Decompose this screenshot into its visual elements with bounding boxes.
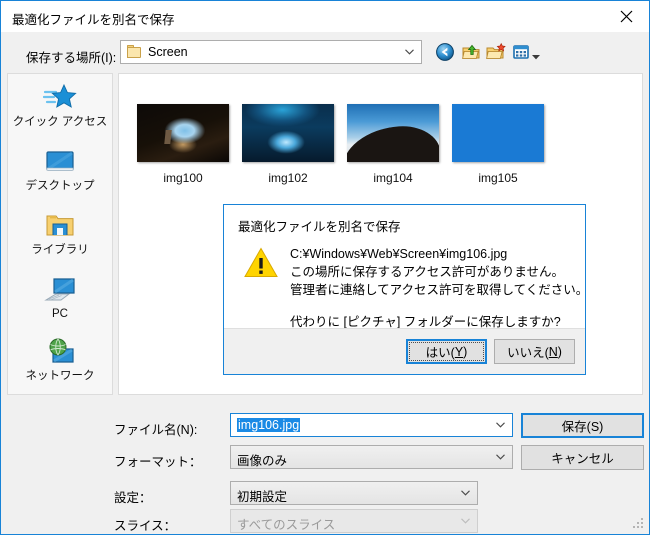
file-thumbnail	[242, 104, 334, 162]
close-button[interactable]	[604, 1, 649, 32]
file-label: img104	[373, 171, 413, 185]
chevron-down-icon	[532, 55, 540, 60]
no-button-text: いいえ(	[507, 346, 549, 360]
dialog-path: C:¥Windows¥Web¥Screen¥img106.jpg	[290, 247, 508, 261]
new-folder-button[interactable]	[486, 42, 506, 62]
place-label: デスクトップ	[25, 180, 95, 192]
quick-access-star-icon	[8, 80, 112, 116]
file-item[interactable]: img105	[446, 104, 550, 185]
chevron-down-icon	[496, 454, 505, 460]
chevron-down-icon	[461, 518, 470, 524]
filename-value: img106.jpg	[237, 418, 301, 432]
save-in-label: 保存する場所(I):	[26, 51, 117, 65]
location-value: Screen	[148, 45, 188, 59]
resize-grip[interactable]	[633, 518, 645, 530]
back-icon	[436, 43, 454, 61]
place-network[interactable]: ネットワーク	[8, 332, 112, 394]
focus-ring	[409, 342, 484, 361]
place-pc[interactable]: PC	[8, 270, 112, 332]
file-item[interactable]: img100	[131, 104, 235, 185]
dialog-message: C:¥Windows¥Web¥Screen¥img106.jpg この場所に保存…	[290, 245, 589, 331]
format-combobox[interactable]: 画像のみ	[230, 445, 513, 469]
format-label: フォーマット：	[114, 455, 202, 469]
place-desktop[interactable]: デスクトップ	[8, 142, 112, 204]
title-bar: 最適化ファイルを別名で保存	[1, 1, 649, 32]
file-item[interactable]: img104	[341, 104, 445, 185]
window-title: 最適化ファイルを別名で保存	[12, 13, 175, 27]
close-icon	[620, 10, 633, 23]
view-options-button[interactable]	[511, 42, 531, 62]
save-dialog-window: 最適化ファイルを別名で保存 保存する場所(I): Screen クイック アクセ…	[0, 0, 650, 535]
save-button[interactable]: 保存(S)	[521, 413, 644, 438]
place-label: ライブラリ	[31, 244, 89, 256]
file-label: img102	[268, 171, 308, 185]
slices-value: すべてのスライス	[237, 518, 336, 532]
network-globe-icon	[8, 334, 112, 370]
no-button[interactable]: いいえ(N)	[494, 339, 575, 364]
file-label: img105	[478, 171, 518, 185]
places-bar: クイック アクセス デスクトップ ライブラリ PC ネットワーク	[7, 73, 113, 395]
warning-triangle-icon	[244, 247, 278, 278]
place-label: クイック アクセス	[12, 116, 108, 128]
settings-combobox[interactable]: 初期設定	[230, 481, 478, 505]
filename-input[interactable]: img106.jpg	[230, 413, 513, 437]
file-thumbnail	[137, 104, 229, 162]
dialog-line2: この場所に保存するアクセス許可がありません。	[290, 265, 565, 279]
permission-warning-dialog: 最適化ファイルを別名で保存 C:¥Windows¥Web¥Screen¥img1…	[223, 204, 589, 375]
library-folder-icon	[8, 208, 112, 244]
file-thumbnail	[452, 104, 544, 162]
view-options-caret[interactable]	[532, 49, 540, 60]
new-folder-icon	[486, 42, 506, 59]
chevron-down-icon	[405, 49, 414, 55]
folder-icon	[127, 45, 142, 59]
settings-value: 初期設定	[237, 490, 288, 504]
up-one-level-icon	[462, 44, 480, 59]
place-library[interactable]: ライブラリ	[8, 206, 112, 268]
dialog-footer: はい(Y) いいえ(N)	[224, 328, 585, 374]
place-label: PC	[52, 308, 68, 320]
this-pc-icon	[8, 272, 112, 308]
yes-button[interactable]: はい(Y)	[406, 339, 487, 364]
no-button-key: N	[548, 344, 558, 359]
place-quick-access[interactable]: クイック アクセス	[8, 78, 112, 140]
file-thumbnail	[347, 104, 439, 162]
back-button[interactable]	[435, 42, 455, 62]
up-one-level-button[interactable]	[461, 42, 481, 62]
dialog-line3: 管理者に連絡してアクセス許可を取得してください。	[290, 283, 589, 297]
chevron-down-icon	[461, 490, 470, 496]
cancel-button[interactable]: キャンセル	[521, 445, 644, 470]
filename-label: ファイル名(N):	[114, 423, 198, 437]
settings-label: 設定：	[114, 491, 152, 505]
place-label: ネットワーク	[25, 370, 95, 382]
view-options-icon	[513, 45, 529, 59]
slices-combobox: すべてのスライス	[230, 509, 478, 533]
desktop-monitor-icon	[8, 144, 112, 180]
format-value: 画像のみ	[237, 454, 288, 468]
chevron-down-icon[interactable]	[496, 422, 505, 428]
slices-label: スライス：	[114, 519, 177, 533]
file-label: img100	[163, 171, 203, 185]
no-button-tail: )	[557, 344, 562, 359]
location-combobox[interactable]: Screen	[120, 40, 422, 64]
file-item[interactable]: img102	[236, 104, 340, 185]
dialog-title: 最適化ファイルを別名で保存	[238, 220, 401, 234]
